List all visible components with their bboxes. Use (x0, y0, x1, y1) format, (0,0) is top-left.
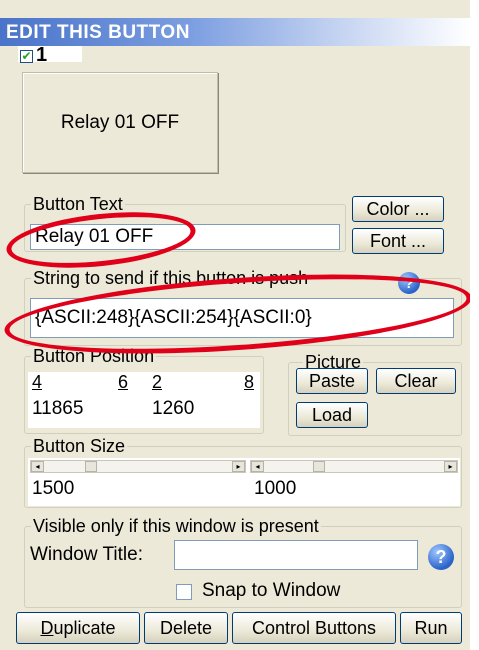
duplicate-button[interactable]: Duplicate (16, 612, 140, 644)
clear-button[interactable]: Clear (376, 368, 456, 394)
preview-label: Relay 01 OFF (60, 111, 180, 133)
button-enabled-checkbox[interactable]: ✔ (20, 50, 33, 63)
width-scroll-thumb[interactable] (85, 461, 97, 472)
visible-legend: Visible only if this window is present (31, 516, 321, 536)
button-size-legend: Button Size (31, 436, 128, 456)
height-scroll-thumb[interactable] (313, 461, 325, 472)
button-preview[interactable]: Relay 01 OFF (22, 72, 218, 173)
position-label-6: 6 (118, 372, 129, 392)
window-title-help-icon[interactable]: ? (428, 544, 454, 570)
window-title: EDIT THIS BUTTON (6, 22, 190, 43)
button-number: 1 (36, 44, 48, 66)
control-buttons-button[interactable]: Control Buttons (232, 612, 396, 644)
width-scrollbar[interactable]: ◂ ▸ (30, 460, 246, 473)
font-button[interactable]: Font ... (352, 228, 444, 254)
position-y-value[interactable]: 1260 (152, 398, 194, 420)
run-button[interactable]: Run (400, 612, 462, 644)
position-label-4: 4 (32, 372, 43, 392)
paste-button[interactable]: Paste (296, 368, 368, 394)
string-input[interactable]: {ASCII:248}{ASCII:254}{ASCII:0} (30, 298, 454, 338)
string-legend: String to send if this button is push (31, 268, 311, 288)
height-scroll-right[interactable]: ▸ (444, 461, 457, 472)
string-help-icon[interactable]: ? (398, 272, 420, 294)
edit-button-window: EDIT THIS BUTTON ✔ 1 Relay 01 OFF Button… (0, 0, 470, 650)
button-position-legend: Button Position (31, 346, 157, 366)
delete-button[interactable]: Delete (144, 612, 228, 644)
window-title-label: Window Title: (30, 544, 143, 565)
title-bar: EDIT THIS BUTTON (0, 18, 470, 46)
color-button[interactable]: Color ... (352, 196, 444, 222)
width-scroll-right[interactable]: ▸ (232, 461, 245, 472)
snap-checkbox[interactable] (176, 584, 192, 600)
height-scrollbar[interactable]: ◂ ▸ (250, 460, 458, 473)
button-text-input[interactable]: Relay 01 OFF (30, 224, 340, 250)
load-button[interactable]: Load (296, 402, 368, 428)
button-text-legend: Button Text (31, 194, 125, 214)
height-scroll-left[interactable]: ◂ (251, 461, 264, 472)
snap-label: Snap to Window (202, 580, 341, 601)
width-scroll-left[interactable]: ◂ (31, 461, 44, 472)
position-label-2: 2 (152, 372, 163, 392)
window-title-input[interactable] (174, 540, 418, 570)
position-label-8: 8 (244, 372, 255, 392)
height-value[interactable]: 1000 (254, 478, 296, 500)
width-value[interactable]: 1500 (32, 478, 74, 500)
position-x-value[interactable]: 11865 (32, 398, 83, 420)
